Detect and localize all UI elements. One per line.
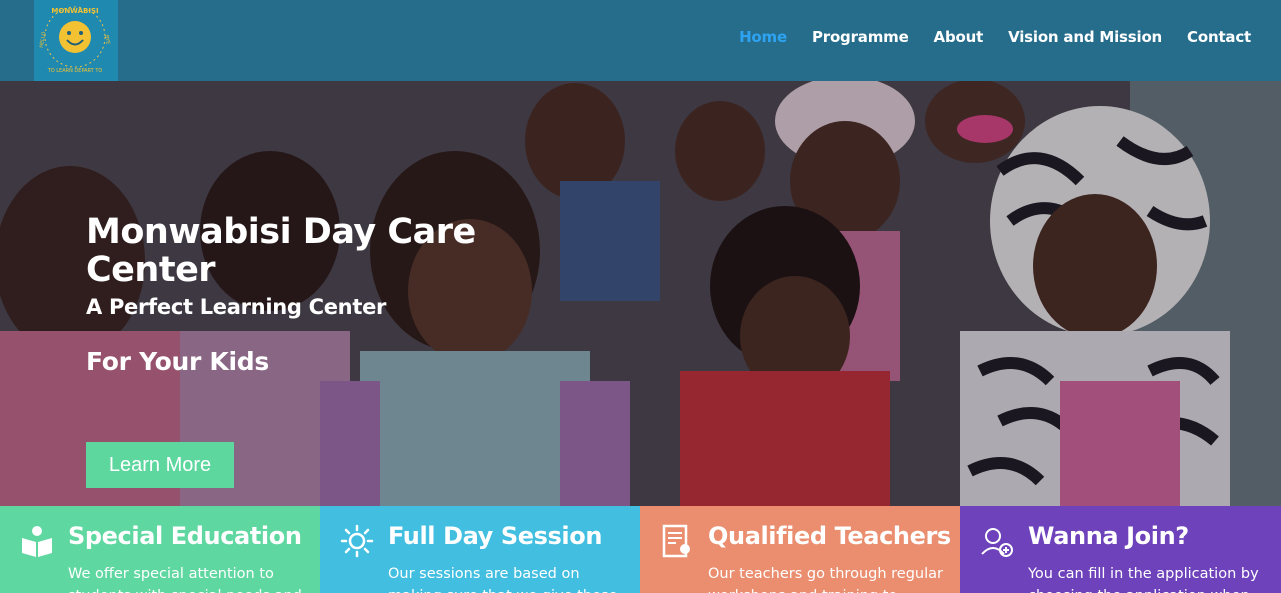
feature-title: Special Education xyxy=(68,522,302,550)
add-user-icon xyxy=(981,528,1013,557)
logo[interactable]: MONWABISI HELLO BYE TO LEARN DEPART TO xyxy=(34,0,118,81)
features-strip: Special Education We offer special atten… xyxy=(0,506,1281,593)
feature-description: Our teachers go through regular workshop… xyxy=(708,566,943,593)
nav-programme-link[interactable]: Programme xyxy=(812,28,909,46)
feature-title: Qualified Teachers xyxy=(708,522,951,550)
learn-more-button[interactable]: Learn More xyxy=(86,442,234,488)
feature-description: You can fill in the application by choos… xyxy=(1028,566,1259,593)
book-reader-icon xyxy=(22,526,52,557)
hero-section: Monwabisi Day Care Center A Perfect Lear… xyxy=(0,81,1281,506)
logo-bottom-text: TO LEARN DEPART TO xyxy=(47,68,103,74)
nav-about-link[interactable]: About xyxy=(934,28,984,46)
nav-contact-link[interactable]: Contact xyxy=(1187,28,1251,46)
certificate-icon xyxy=(662,524,690,558)
nav-home-link[interactable]: Home xyxy=(739,28,787,46)
nav-vision-mission-link[interactable]: Vision and Mission xyxy=(1008,28,1162,46)
hero-subtitle-2: For Your Kids xyxy=(86,347,269,376)
hero-subtitle: A Perfect Learning Center xyxy=(86,295,387,319)
feature-qualified-teachers[interactable]: Qualified Teachers Our teachers go throu… xyxy=(640,506,960,593)
feature-full-day-session[interactable]: Full Day Session Our sessions are based … xyxy=(320,506,640,593)
feature-title: Wanna Join? xyxy=(1028,522,1189,550)
feature-description: Our sessions are based on making sure th… xyxy=(388,566,617,593)
feature-title: Full Day Session xyxy=(388,522,603,550)
feature-wanna-join[interactable]: Wanna Join? You can fill in the applicat… xyxy=(960,506,1281,593)
hero-title: Monwabisi Day Care Center xyxy=(86,212,476,290)
sun-icon xyxy=(340,524,374,558)
navbar: MONWABISI HELLO BYE TO LEARN DEPART TO H… xyxy=(0,0,1281,81)
feature-description: We offer special attention to students w… xyxy=(68,566,302,593)
hero-text: Monwabisi Day Care Center A Perfect Lear… xyxy=(86,213,526,376)
smiley-logo-icon: MONWABISI HELLO BYE TO LEARN DEPART TO xyxy=(39,6,111,74)
logo-top-text: MONWABISI xyxy=(51,7,98,15)
main-nav: Home Programme About Vision and Mission … xyxy=(739,28,1251,46)
feature-special-education[interactable]: Special Education We offer special atten… xyxy=(0,506,320,593)
